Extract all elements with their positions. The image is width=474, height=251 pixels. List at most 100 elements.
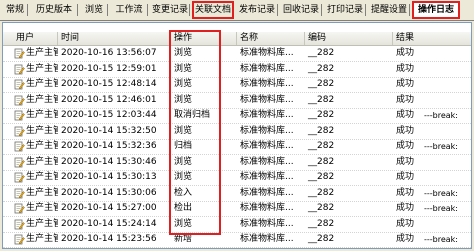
cell-name: 标准物料库... [240,125,294,136]
cell-name: 标准物料库... [240,63,294,74]
cell-user: 生产主管 [26,48,58,58]
table-row[interactable]: 生产主管2020-10-15 12:48:14 浏览 标准物料库... __282 成功 [3,77,471,93]
tab-history-versions[interactable]: 历史版本 [30,2,78,18]
column-header-user[interactable]: 用户 [13,32,58,45]
column-header-time[interactable]: 时间 [58,32,171,45]
cell-time: 2020-10-14 15:32:36 [61,141,157,151]
cell-operation: 归档 [174,141,193,151]
cell-result: 成功 [396,141,415,151]
table-row[interactable]: 生产主管2020-10-14 15:23:56 新增 标准物料库... __282 成功… [3,232,471,248]
cell-result: 成功 [396,110,415,120]
cell-time: 2020-10-14 15:23:56 [61,234,157,244]
cell-name: 标准物料库... [240,218,294,229]
cell-extra [421,93,471,108]
cell-user: 生产主管 [26,63,58,74]
cell-time: 2020-10-15 12:59:01 [61,63,157,74]
tab-change-records[interactable]: 变更记录 [150,2,190,18]
cell-operation: 浏览 [174,172,193,182]
cell-user: 生产主管 [26,172,58,182]
tab-label: 浏览 [84,5,103,15]
table-row[interactable]: 生产主管2020-10-14 15:30:13 浏览 标准物料库... __282 成功 [3,170,471,186]
tab-workflow[interactable]: 工作流 [110,2,148,18]
cell-operation: 浏览 [174,63,193,74]
cell-extra: ---break: [424,204,459,213]
cell-code: __282 [308,203,335,213]
cell-name: 标准物料库... [240,172,294,182]
cell-result: 成功 [396,94,415,105]
cell-user: 生产主管 [26,203,58,213]
cell-code: __282 [308,94,335,105]
cell-result: 成功 [396,187,415,198]
cell-extra [421,170,471,185]
cell-result: 成功 [396,79,415,89]
cell-code: __282 [308,172,335,182]
tab-browse[interactable]: 浏览 [80,2,108,18]
column-header-operation[interactable]: 操作 [171,32,237,45]
tab-recycle-records[interactable]: 回收记录 [280,2,322,18]
cell-time: 2020-10-14 15:30:46 [61,156,157,167]
table-row[interactable]: 生产主管2020-10-15 12:03:44 取消归档 标准物料库... __282… [3,108,471,124]
cell-code: __282 [308,110,335,120]
tab-label: 操作日志 [417,5,454,15]
table-header: 用户 时间 操作 名称 编码 结果 [3,32,471,46]
cell-code: __282 [308,79,335,89]
cell-code: __282 [308,48,335,58]
cell-result: 成功 [396,63,415,74]
document-properties-window: 常规 历史版本 浏览 工作流 变更记录 关联文档 发布记录 回收记录 打印记录 … [0,0,474,251]
cell-time: 2020-10-14 15:30:06 [61,187,157,198]
cell-code: __282 [308,141,335,151]
cell-time: 2020-10-14 15:27:00 [61,203,157,213]
cell-extra: ---break: [424,111,459,120]
tab-label: 常规 [5,5,24,15]
cell-result: 成功 [396,48,415,58]
cell-time: 2020-10-15 12:48:14 [61,79,157,89]
tab-label: 打印记录 [326,5,363,15]
tab-print-records[interactable]: 打印记录 [324,2,366,18]
cell-name: 标准物料库... [240,141,294,151]
cell-user: 生产主管 [26,94,58,105]
table-row[interactable]: 生产主管2020-10-14 15:32:50 浏览 标准物料库... __282 成功 [3,124,471,140]
cell-time: 2020-10-14 15:30:13 [61,172,157,182]
operation-log-table: 用户 时间 操作 名称 编码 结果 生产主管2020-10-16 13:56:0… [2,22,472,249]
column-header-result[interactable]: 结果 [393,32,471,45]
cell-user: 生产主管 [26,218,58,229]
table-row[interactable]: 生产主管2020-10-14 15:30:06 检入 标准物料库... __282 成功… [3,186,471,202]
cell-code: __282 [308,187,335,198]
cell-user: 生产主管 [26,79,58,89]
table-row[interactable]: 生产主管2020-10-16 13:56:07 浏览 标准物料库... __282 成功 [3,46,471,62]
cell-code: __282 [308,156,335,167]
cell-name: 标准物料库... [240,234,294,244]
tab-label: 回收记录 [282,5,319,15]
cell-extra [421,77,471,92]
tab-reminder-settings[interactable]: 提醒设置 [368,2,410,18]
tab-bar: 常规 历史版本 浏览 工作流 变更记录 关联文档 发布记录 回收记录 打印记录 … [0,0,474,21]
table-row[interactable]: 生产主管2020-10-14 15:27:00 检出 标准物料库... __282 成功… [3,201,471,217]
cell-operation: 取消归档 [174,110,211,120]
table-row[interactable]: 生产主管2020-10-15 12:46:01 浏览 标准物料库... __282 成功 [3,93,471,109]
column-header-code[interactable]: 编码 [305,32,393,45]
cell-user: 生产主管 [26,234,58,244]
table-row[interactable]: 生产主管2020-10-14 15:32:36 归档 标准物料库... __282 成功… [3,139,471,155]
tab-publish-records[interactable]: 发布记录 [236,2,278,18]
tab-label: 提醒设置 [370,5,407,15]
cell-time: 2020-10-15 12:03:44 [61,110,157,120]
tab-operation-log[interactable]: 操作日志 [412,1,460,19]
cell-operation: 浏览 [174,48,193,58]
table-row[interactable]: 生产主管2020-10-14 15:24:14 浏览 标准物料库... __282 成功 [3,217,471,233]
cell-extra: ---break: [424,142,459,151]
column-header-name[interactable]: 名称 [237,32,305,45]
cell-name: 标准物料库... [240,48,294,58]
cell-result: 成功 [396,156,415,167]
tab-general[interactable]: 常规 [2,2,28,18]
cell-user: 生产主管 [26,125,58,136]
cell-time: 2020-10-14 15:32:50 [61,125,157,136]
cell-name: 标准物料库... [240,156,294,167]
cell-extra [421,155,471,170]
table-row[interactable]: 生产主管2020-10-14 15:30:46 浏览 标准物料库... __282 成功 [3,155,471,171]
cell-operation: 检出 [174,203,193,213]
tab-related-documents[interactable]: 关联文档 [192,1,234,19]
table-row[interactable]: 生产主管2020-10-15 12:59:01 浏览 标准物料库... __282 成功 [3,62,471,78]
cell-time: 2020-10-14 15:24:14 [61,218,157,229]
cell-code: __282 [308,234,335,244]
cell-code: __282 [308,218,335,229]
